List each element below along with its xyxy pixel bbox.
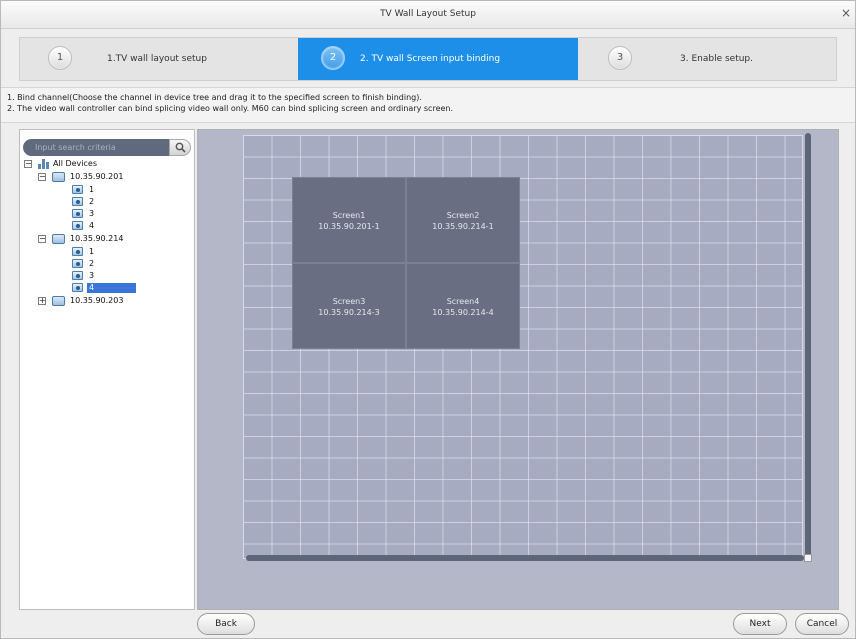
channel-label: 4 [89, 221, 95, 230]
channel-label: 4 [87, 283, 137, 293]
step-number-badge: 3 [608, 46, 632, 70]
instruction-line: 2. The video wall controller can bind sp… [7, 104, 454, 113]
back-button[interactable]: Back [197, 613, 255, 635]
tree-channel[interactable]: 3 [72, 209, 132, 219]
tv-wall-grid[interactable]: Screen1 10.35.90.201-1 Screen2 10.35.90.… [243, 135, 803, 559]
tree-device[interactable]: − 10.35.90.201 [38, 172, 178, 182]
screen-name: Screen2 [446, 211, 480, 220]
channel-label: 3 [89, 209, 95, 218]
step-screen-input-binding[interactable]: 2 2. TV wall Screen input binding [298, 38, 578, 80]
tv-screen[interactable]: Screen3 10.35.90.214-3 [292, 263, 406, 349]
bottom-bar: Back Next Cancel [1, 610, 855, 638]
vertical-scrollbar[interactable] [805, 133, 811, 559]
screen-binding: 10.35.90.214-4 [432, 308, 494, 317]
channel-label: 2 [89, 197, 95, 206]
tree-root-label: All Devices [53, 159, 97, 168]
channel-icon [72, 185, 83, 194]
device-ip: 10.35.90.201 [70, 172, 124, 181]
screen-name: Screen1 [332, 211, 366, 220]
screen-binding: 10.35.90.214-1 [432, 222, 494, 231]
device-ip: 10.35.90.203 [70, 296, 124, 305]
device-tree-panel: Input search criteria − All Devices − 10… [19, 129, 195, 610]
channel-label: 1 [89, 185, 95, 194]
channel-icon [72, 221, 83, 230]
step-layout-setup[interactable]: 1 1.TV wall layout setup [20, 38, 298, 80]
title-bar: TV Wall Layout Setup × [1, 1, 855, 29]
search-button[interactable] [169, 139, 191, 156]
wizard-steps: 1 1.TV wall layout setup 2 2. TV wall Sc… [19, 37, 837, 81]
channel-icon [72, 283, 83, 292]
tree-device[interactable]: + 10.35.90.203 [38, 296, 178, 306]
screen-binding: 10.35.90.201-1 [318, 222, 380, 231]
channel-label: 2 [89, 259, 95, 268]
screen-name: Screen4 [446, 297, 480, 306]
search-input[interactable]: Input search criteria [23, 139, 169, 156]
channel-icon [72, 259, 83, 268]
instruction-line: 1. Bind channel(Choose the channel in de… [7, 93, 422, 102]
search-box: Input search criteria [23, 139, 191, 156]
scroll-corner [804, 554, 812, 562]
device-icon [52, 172, 65, 182]
device-ip: 10.35.90.214 [70, 234, 124, 243]
horizontal-scrollbar[interactable] [246, 555, 804, 561]
close-icon[interactable]: × [841, 7, 851, 19]
device-icon [52, 296, 65, 306]
tree-channel[interactable]: 1 [72, 247, 132, 257]
expand-icon[interactable]: + [38, 297, 46, 305]
step-number-badge: 2 [321, 46, 345, 70]
tree-channel-selected[interactable]: 4 [72, 283, 162, 293]
next-button[interactable]: Next [733, 613, 787, 635]
tree-channel[interactable]: 2 [72, 259, 132, 269]
tree-channel[interactable]: 3 [72, 271, 132, 281]
channel-icon [72, 247, 83, 256]
tree-channel[interactable]: 1 [72, 185, 132, 195]
step-number-badge: 1 [48, 46, 72, 70]
step-label: 1.TV wall layout setup [107, 54, 207, 64]
device-group-icon [38, 159, 50, 169]
tree-device[interactable]: − 10.35.90.214 [38, 234, 178, 244]
instructions-panel: 1. Bind channel(Choose the channel in de… [1, 87, 855, 123]
channel-icon [72, 197, 83, 206]
window-title: TV Wall Layout Setup [380, 9, 476, 19]
search-icon [175, 142, 186, 153]
step-enable-setup[interactable]: 3 3. Enable setup. [578, 38, 836, 80]
channel-label: 1 [89, 247, 95, 256]
step-label: 3. Enable setup. [680, 54, 753, 64]
tv-wall-layout-window: TV Wall Layout Setup × 1 1.TV wall layou… [0, 0, 856, 639]
screen-name: Screen3 [332, 297, 366, 306]
step-label: 2. TV wall Screen input binding [360, 54, 501, 64]
cancel-button[interactable]: Cancel [795, 613, 849, 635]
collapse-icon[interactable]: − [38, 173, 46, 181]
screen-binding: 10.35.90.214-3 [318, 308, 380, 317]
device-icon [52, 234, 65, 244]
tree-root[interactable]: − All Devices [24, 159, 144, 169]
tv-wall-canvas-area: Screen1 10.35.90.201-1 Screen2 10.35.90.… [197, 129, 839, 610]
collapse-icon[interactable]: − [38, 235, 46, 243]
tv-screen[interactable]: Screen1 10.35.90.201-1 [292, 177, 406, 263]
collapse-icon[interactable]: − [24, 160, 32, 168]
channel-icon [72, 271, 83, 280]
tv-screen[interactable]: Screen4 10.35.90.214-4 [406, 263, 520, 349]
channel-label: 3 [89, 271, 95, 280]
tree-channel[interactable]: 2 [72, 197, 132, 207]
channel-icon [72, 209, 83, 218]
tv-screen[interactable]: Screen2 10.35.90.214-1 [406, 177, 520, 263]
tree-channel[interactable]: 4 [72, 221, 132, 231]
